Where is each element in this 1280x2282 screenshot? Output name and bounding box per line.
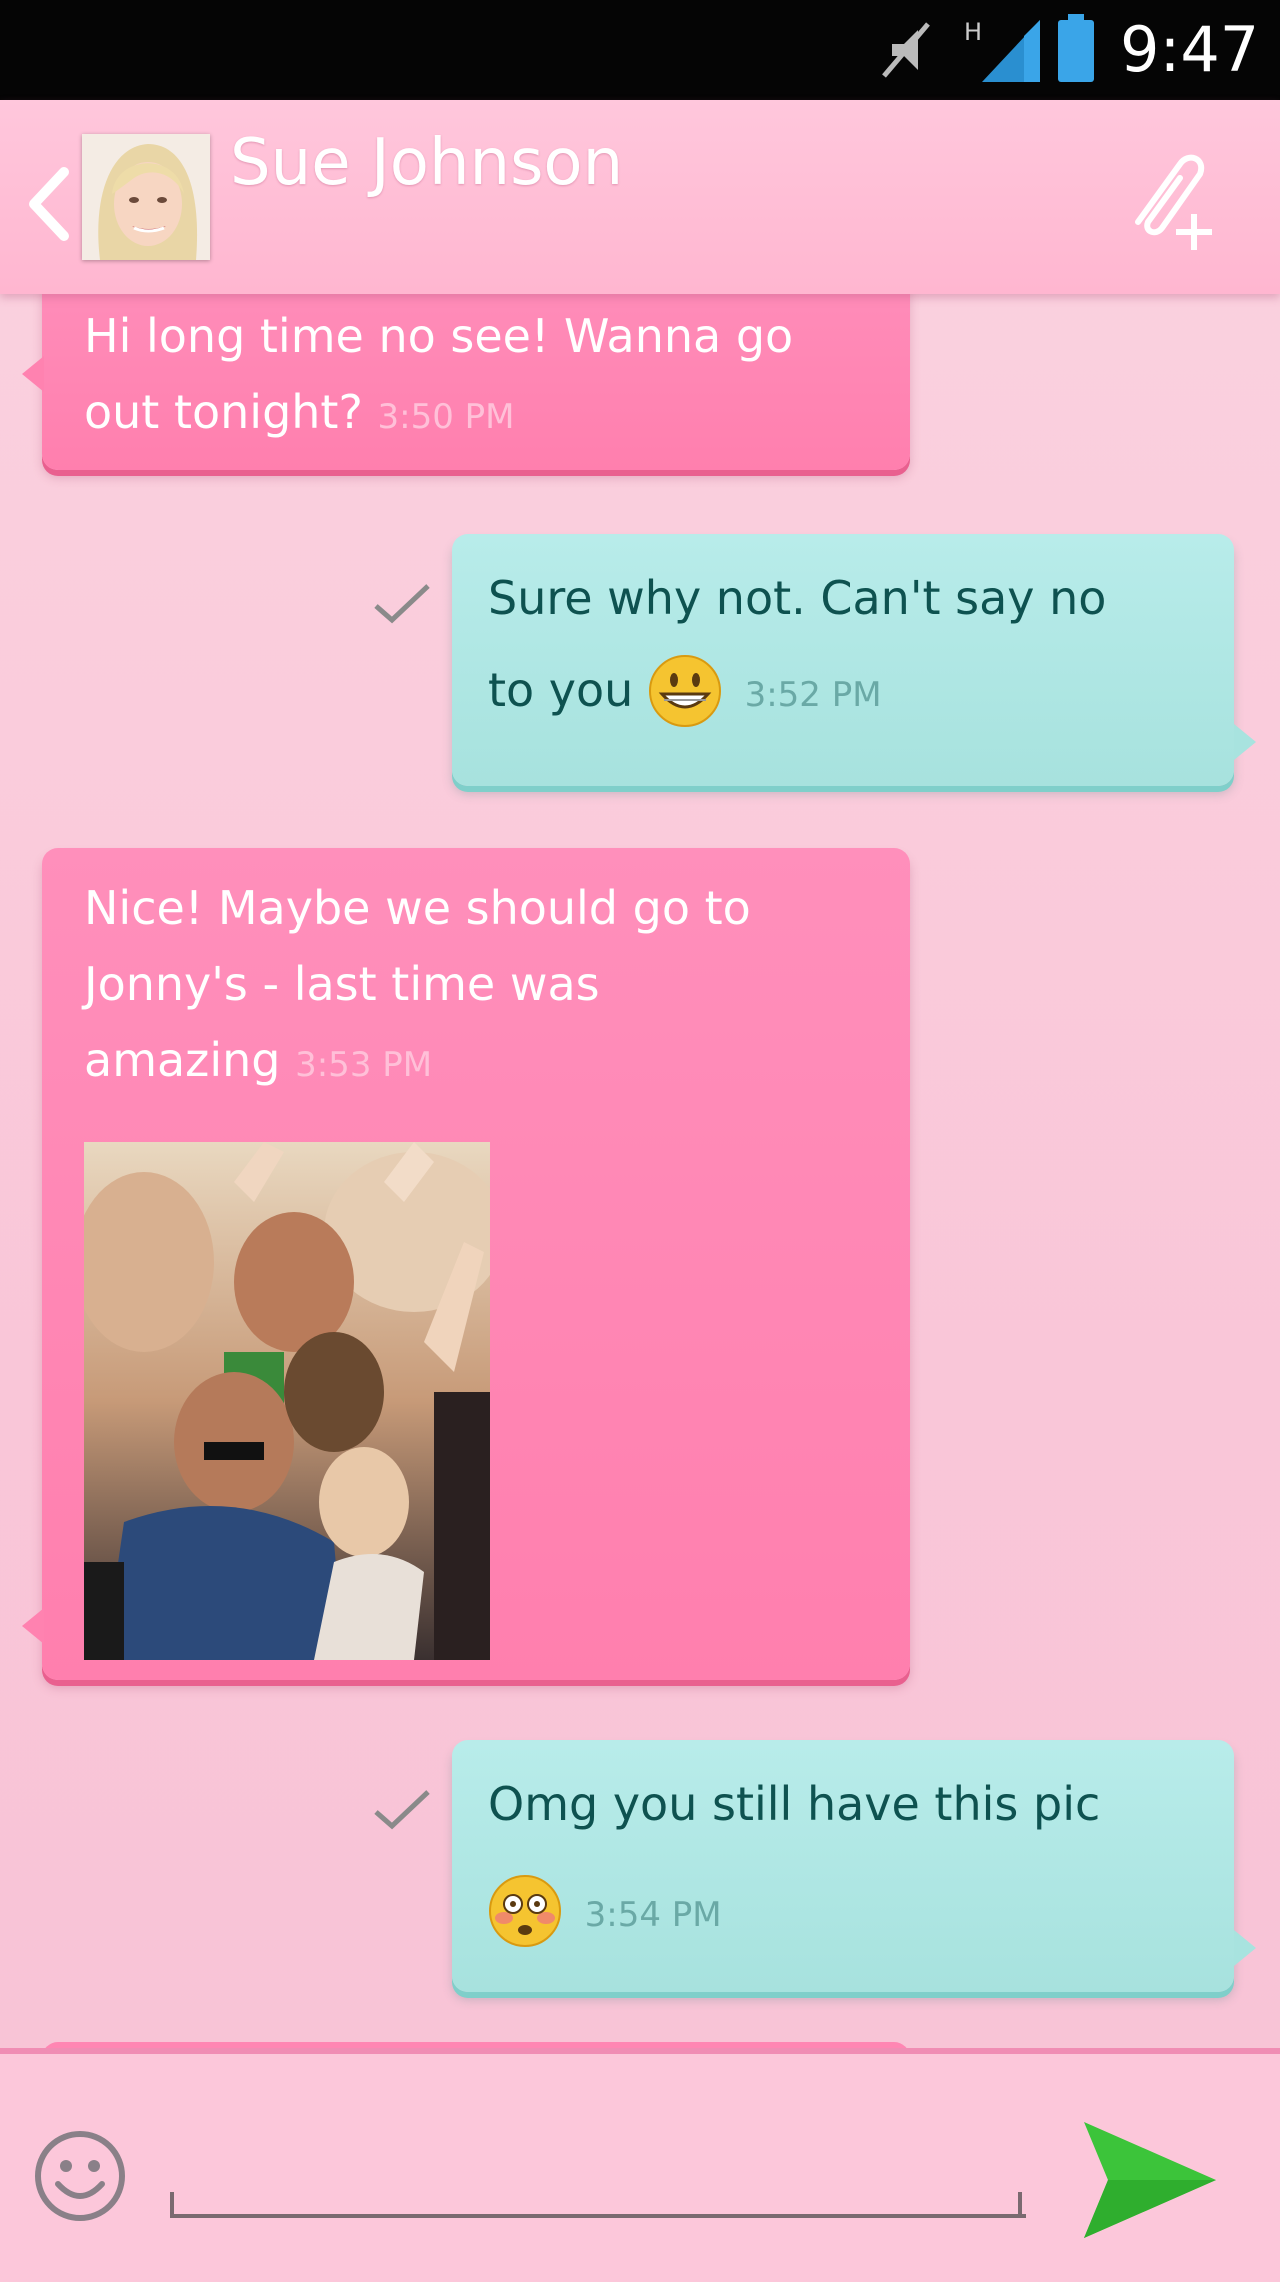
message-text: amazing <box>84 1033 281 1087</box>
sent-check-icon <box>374 1790 430 1830</box>
send-icon[interactable] <box>1080 2116 1220 2244</box>
message-text: Nice! Maybe we should go to <box>84 881 751 935</box>
svg-text:H: H <box>964 18 982 46</box>
bubble-tail <box>1234 724 1256 760</box>
input-underline-right <box>1018 2192 1022 2216</box>
input-underline-left <box>170 2192 174 2216</box>
bubble-tail <box>1234 1930 1256 1966</box>
grinning-face-emoji <box>648 654 721 727</box>
signal-icon: H <box>964 18 1040 82</box>
sent-check-icon <box>374 584 430 624</box>
party-crowd-photo <box>84 1142 490 1660</box>
flushed-face-emoji <box>489 1874 561 1947</box>
message-bubble-incoming[interactable]: Nice! Maybe we should go to Jonny's - la… <box>22 848 910 1680</box>
message-text: Hi long time no see! Wanna go <box>84 309 794 363</box>
compose-bar <box>0 2048 1280 2282</box>
status-time: 9:47 <box>1120 13 1260 86</box>
status-bar: H 9:47 <box>0 0 1280 100</box>
message-text: to you <box>488 663 634 717</box>
message-bubble-outgoing[interactable]: Sure why not. Can't say no to you 3:52 P… <box>452 534 1256 786</box>
message-timestamp: 3:52 PM <box>744 675 882 715</box>
battery-icon <box>1058 14 1094 82</box>
message-bubble-incoming[interactable]: Hi long time no see! Wanna go out tonigh… <box>22 294 910 470</box>
message-timestamp: 3:53 PM <box>295 1045 433 1085</box>
message-list[interactable]: Hi long time no see! Wanna go out tonigh… <box>0 294 1280 2048</box>
message-input[interactable] <box>170 2114 1026 2218</box>
bubble-tail <box>22 1608 44 1644</box>
avatar[interactable] <box>82 134 210 260</box>
message-text: Jonny's - last time was <box>84 957 600 1011</box>
contact-name: Sue Johnson <box>230 126 624 200</box>
chat-header: Sue Johnson <box>0 100 1280 294</box>
chevron-left-icon[interactable] <box>26 166 70 242</box>
message-text: Omg you still have this pic <box>488 1777 1101 1831</box>
mute-icon <box>882 22 930 78</box>
smiley-icon[interactable] <box>32 2128 128 2224</box>
message-text: out tonight? <box>84 385 363 439</box>
bubble-tail <box>22 356 44 392</box>
message-timestamp: 3:54 PM <box>584 1895 722 1935</box>
message-bubble-outgoing[interactable]: Omg you still have this pic 3:54 PM <box>452 1740 1256 1992</box>
message-text: Sure why not. Can't say no <box>488 571 1107 625</box>
contact-photo <box>82 134 210 260</box>
attach-add-icon[interactable] <box>1110 144 1220 254</box>
message-photo[interactable] <box>84 1142 490 1660</box>
message-timestamp: 3:50 PM <box>377 397 515 437</box>
